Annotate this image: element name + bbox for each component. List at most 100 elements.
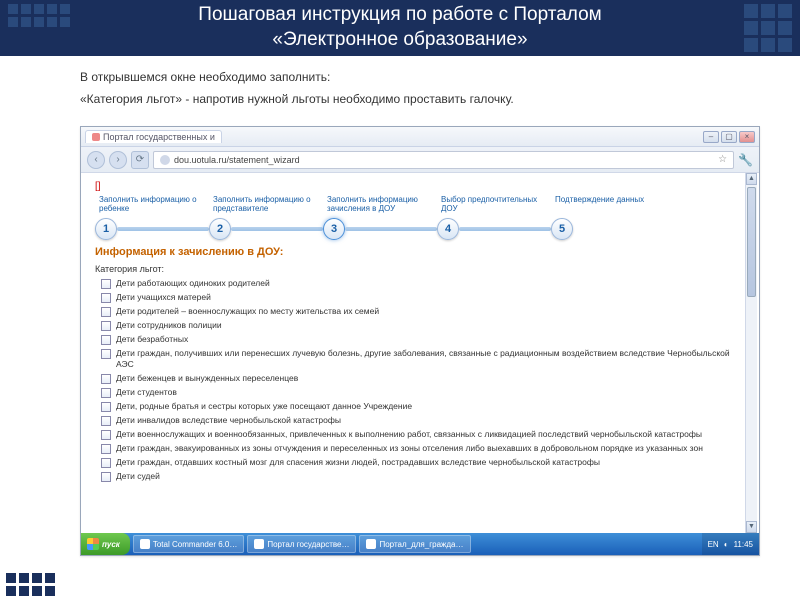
- browser-tab[interactable]: Портал государственных и: [85, 130, 222, 143]
- wizard-steps: Заполнить информацию о ребенкеЗаполнить …: [95, 196, 745, 240]
- taskbar-item-icon: [254, 539, 264, 549]
- wizard-step-bubble[interactable]: 5: [551, 218, 573, 240]
- instruction-text: «Категория льгот» - напротив нужной льго…: [80, 92, 740, 106]
- reload-button[interactable]: ⟳: [131, 151, 149, 169]
- section-title: Информация к зачислению в ДОУ:: [95, 246, 745, 258]
- category-label: Дети родителей – военнослужащих по месту…: [116, 306, 379, 317]
- wizard-step-label: Выбор предпочтительных ДОУ: [437, 196, 551, 214]
- category-item: Дети учащихся матерей: [101, 292, 745, 303]
- category-checkbox[interactable]: [101, 279, 111, 289]
- wizard-step-bubble[interactable]: 4: [437, 218, 459, 240]
- lang-indicator[interactable]: EN: [708, 540, 719, 549]
- maximize-button[interactable]: ▢: [721, 131, 737, 143]
- decoration-top-right: [744, 4, 792, 52]
- category-label: Дети граждан, эвакуированных из зоны отч…: [116, 443, 703, 454]
- category-checkbox[interactable]: [101, 444, 111, 454]
- taskbar-item-label: Total Commander 6.0…: [153, 540, 237, 549]
- required-marker: []: [95, 181, 745, 192]
- taskbar-item[interactable]: Total Commander 6.0…: [133, 535, 244, 553]
- wizard-step-label: Заполнить информацию о ребенке: [95, 196, 209, 214]
- taskbar-item-label: Портал_для_гражда…: [379, 540, 463, 549]
- category-checkbox[interactable]: [101, 472, 111, 482]
- tray-icon[interactable]: ◐: [724, 540, 729, 549]
- category-label: Дети судей: [116, 471, 160, 482]
- category-item: Дети судей: [101, 471, 745, 482]
- scroll-thumb[interactable]: [747, 187, 756, 297]
- intro-text: В открывшемся окне необходимо заполнить:: [80, 70, 740, 84]
- tab-favicon: [92, 133, 100, 141]
- tab-title: Портал государственных и: [103, 132, 215, 142]
- category-item: Дети сотрудников полиции: [101, 320, 745, 331]
- wizard-step-bubble[interactable]: 2: [209, 218, 231, 240]
- taskbar-item[interactable]: Портал_для_гражда…: [359, 535, 470, 553]
- page-content: [] Заполнить информацию о ребенкеЗаполни…: [81, 173, 759, 533]
- wizard-step-bubble[interactable]: 3: [323, 218, 345, 240]
- category-label: Дети учащихся матерей: [116, 292, 211, 303]
- category-item: Дети, родные братья и сестры которых уже…: [101, 401, 745, 412]
- category-item: Дети военнослужащих и военнообязанных, п…: [101, 429, 745, 440]
- url-input[interactable]: dou.uotula.ru/statement_wizard ☆: [153, 151, 734, 169]
- back-button[interactable]: ‹: [87, 151, 105, 169]
- category-item: Дети родителей – военнослужащих по месту…: [101, 306, 745, 317]
- windows-flag-icon: [87, 538, 99, 550]
- wizard-connector: [459, 227, 551, 231]
- category-checkbox[interactable]: [101, 374, 111, 384]
- category-item: Дети граждан, отдавших костный мозг для …: [101, 457, 745, 468]
- scroll-down-button[interactable]: ▼: [746, 521, 757, 533]
- wrench-icon[interactable]: 🔧: [738, 153, 753, 167]
- category-checkbox[interactable]: [101, 430, 111, 440]
- category-item: Дети инвалидов вследствие чернобыльской …: [101, 415, 745, 426]
- globe-icon: [160, 155, 170, 165]
- category-checkbox[interactable]: [101, 388, 111, 398]
- category-item: Дети граждан, получивших или перенесших …: [101, 348, 745, 370]
- taskbar-item-label: Портал государстве…: [267, 540, 349, 549]
- category-label: Дети студентов: [116, 387, 177, 398]
- decoration-bottom-left: [6, 573, 55, 596]
- category-label: Дети военнослужащих и военнообязанных, п…: [116, 429, 702, 440]
- category-label: Дети безработных: [116, 334, 188, 345]
- category-checkbox[interactable]: [101, 349, 111, 359]
- slide-body: В открывшемся окне необходимо заполнить:…: [0, 56, 800, 120]
- wizard-connector: [117, 227, 209, 231]
- category-item: Дети беженцев и вынужденных переселенцев: [101, 373, 745, 384]
- scrollbar[interactable]: ▲ ▼: [745, 173, 757, 533]
- category-label: Дети беженцев и вынужденных переселенцев: [116, 373, 298, 384]
- scroll-up-button[interactable]: ▲: [746, 173, 757, 185]
- decoration-top-left: [8, 4, 70, 27]
- address-bar: ‹ › ⟳ dou.uotula.ru/statement_wizard ☆ 🔧: [81, 147, 759, 173]
- wizard-step-label: Заполнить информацию зачисления в ДОУ: [323, 196, 437, 214]
- subsection-label: Категория льгот:: [95, 264, 745, 274]
- wizard-step-label: Заполнить информацию о представителе: [209, 196, 323, 214]
- taskbar-item-icon: [366, 539, 376, 549]
- category-checkbox[interactable]: [101, 335, 111, 345]
- clock[interactable]: 11:45: [734, 540, 753, 549]
- category-checkbox[interactable]: [101, 458, 111, 468]
- category-label: Дети работающих одиноких родителей: [116, 278, 270, 289]
- category-checkbox[interactable]: [101, 402, 111, 412]
- close-button[interactable]: ×: [739, 131, 755, 143]
- category-item: Дети безработных: [101, 334, 745, 345]
- category-checkbox[interactable]: [101, 293, 111, 303]
- start-label: пуск: [102, 540, 120, 549]
- url-text: dou.uotula.ru/statement_wizard: [174, 155, 300, 165]
- slide-header: Пошаговая инструкция по работе с Портало…: [0, 0, 800, 56]
- category-item: Дети работающих одиноких родителей: [101, 278, 745, 289]
- wizard-step-bubble[interactable]: 1: [95, 218, 117, 240]
- taskbar-item[interactable]: Портал государстве…: [247, 535, 356, 553]
- category-checkbox[interactable]: [101, 321, 111, 331]
- category-label: Дети граждан, отдавших костный мозг для …: [116, 457, 600, 468]
- category-label: Дети, родные братья и сестры которых уже…: [116, 401, 412, 412]
- category-checkbox[interactable]: [101, 307, 111, 317]
- category-checkbox[interactable]: [101, 416, 111, 426]
- start-button[interactable]: пуск: [81, 533, 130, 555]
- system-tray[interactable]: EN ◐ 11:45: [702, 533, 759, 555]
- wizard-step-label: Подтверждение данных: [551, 196, 665, 214]
- bookmark-icon[interactable]: ☆: [718, 154, 727, 165]
- taskbar-item-icon: [140, 539, 150, 549]
- window-titlebar[interactable]: Портал государственных и – ▢ ×: [81, 127, 759, 147]
- forward-button[interactable]: ›: [109, 151, 127, 169]
- category-item: Дети граждан, эвакуированных из зоны отч…: [101, 443, 745, 454]
- category-item: Дети студентов: [101, 387, 745, 398]
- minimize-button[interactable]: –: [703, 131, 719, 143]
- category-label: Дети граждан, получивших или перенесших …: [116, 348, 745, 370]
